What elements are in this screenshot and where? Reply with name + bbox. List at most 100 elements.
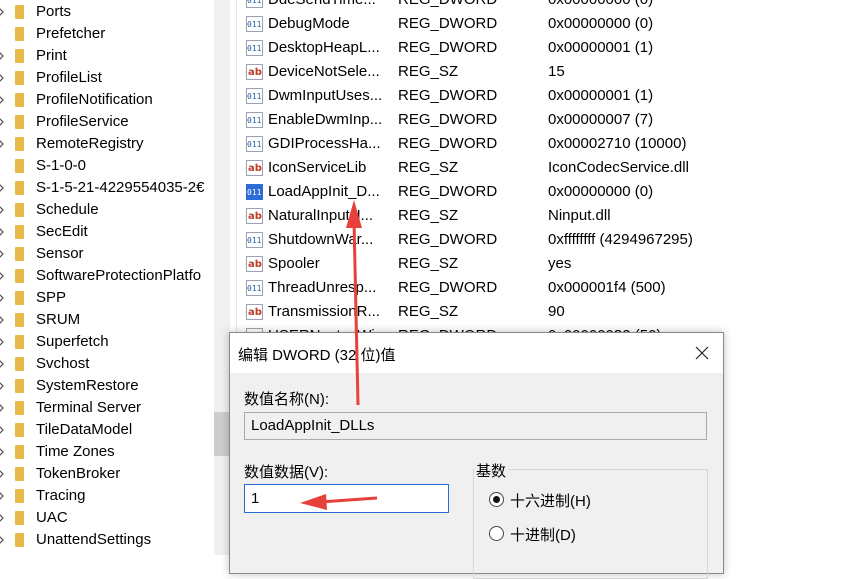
value-type: REG_SZ: [398, 159, 459, 176]
chevron-right-icon[interactable]: [0, 139, 4, 149]
dword-icon: [246, 109, 263, 133]
chevron-right-icon[interactable]: [0, 7, 4, 17]
value-data-label: 数值数据(V):: [244, 464, 329, 481]
value-name: Spooler: [268, 255, 320, 272]
folder-icon: [15, 159, 24, 173]
tree-item-label: SystemRestore: [36, 377, 139, 394]
tree-item-label: Prefetcher: [36, 25, 106, 42]
chevron-right-icon[interactable]: [0, 227, 4, 237]
value-name: DesktopHeapL...: [268, 39, 380, 56]
tree-item-label: Terminal Server: [36, 399, 142, 416]
value-row[interactable]: IconServiceLib REG_SZ IconCodecService.dll: [237, 156, 847, 181]
registry-key-tree: Ports Prefetcher Print ProfileList ProfileNo…: [0, 0, 214, 555]
value-data: IconCodecService.dll: [548, 159, 689, 176]
value-name: DeviceNotSele...: [268, 63, 380, 80]
decimal-radio[interactable]: [489, 526, 504, 541]
chevron-right-icon[interactable]: [0, 469, 4, 479]
value-row[interactable]: DebugMode REG_DWORD 0x00000000 (0): [237, 12, 847, 37]
hex-radio[interactable]: [489, 492, 504, 507]
folder-icon: [15, 489, 24, 503]
value-type: REG_DWORD: [398, 111, 498, 128]
tree-item-label: UAC: [36, 509, 68, 526]
value-type: REG_DWORD: [398, 39, 498, 56]
tree-item-label: S-1-0-0: [36, 157, 87, 174]
folder-icon: [15, 93, 24, 107]
value-name: EnableDwmInp...: [268, 111, 383, 128]
folder-icon: [15, 115, 24, 129]
dword-icon: [246, 229, 263, 253]
chevron-right-icon[interactable]: [0, 205, 4, 215]
chevron-right-icon[interactable]: [0, 337, 4, 347]
value-data-input[interactable]: [244, 484, 449, 513]
folder-icon: [15, 247, 24, 261]
value-name: IconServiceLib: [268, 159, 367, 176]
value-data: Ninput.dll: [548, 207, 611, 224]
base-groupbox: [473, 469, 708, 579]
value-type: REG_DWORD: [398, 135, 498, 152]
value-type: REG_DWORD: [398, 0, 497, 12]
tree-scrollbar-thumb[interactable]: [214, 412, 230, 456]
value-name-field: LoadAppInit_DLLs: [244, 412, 707, 440]
chevron-right-icon[interactable]: [0, 95, 4, 105]
chevron-right-icon[interactable]: [0, 403, 4, 413]
chevron-right-icon[interactable]: [0, 293, 4, 303]
tree-item-label: Ports: [36, 3, 72, 20]
decimal-radio-label[interactable]: 十进制(D): [510, 524, 576, 545]
chevron-right-icon[interactable]: [0, 425, 4, 435]
dword-icon: [246, 277, 263, 301]
value-row[interactable]: TransmissionR... REG_SZ 90: [237, 300, 847, 325]
value-data: 15: [548, 63, 565, 80]
chevron-right-icon[interactable]: [0, 117, 4, 127]
chevron-right-icon[interactable]: [0, 183, 4, 193]
tree-scrollbar[interactable]: [214, 0, 230, 555]
value-row[interactable]: EnableDwmInp... REG_DWORD 0x00000007 (7): [237, 108, 847, 133]
chevron-right-icon[interactable]: [0, 73, 4, 83]
folder-icon: [15, 511, 24, 525]
string-icon: [246, 205, 263, 229]
tree-item-label: SRUM: [36, 311, 81, 328]
close-icon: [695, 346, 709, 360]
chevron-right-icon[interactable]: [0, 535, 4, 545]
edit-dword-dialog: 编辑 DWORD (32 位)值 数值名称(N): LoadAppInit_DL…: [229, 332, 724, 579]
value-row[interactable]: DeviceNotSele... REG_SZ 15: [237, 60, 847, 85]
dword-icon: [246, 133, 263, 157]
folder-icon: [15, 181, 24, 195]
chevron-right-icon[interactable]: [0, 447, 4, 457]
chevron-right-icon[interactable]: [0, 491, 4, 501]
value-row[interactable]: ShutdownWar... REG_DWORD 0xffffffff (42949…: [237, 228, 847, 253]
tree-item-label: TileDataModel: [36, 421, 133, 438]
value-name: NaturalInputH...: [268, 207, 374, 224]
chevron-right-icon[interactable]: [0, 315, 4, 325]
value-row[interactable]: Spooler REG_SZ yes: [237, 252, 847, 277]
value-row[interactable]: DdeSendTime... REG_DWORD 0x00000000 (0): [237, 0, 847, 13]
chevron-right-icon[interactable]: [0, 513, 4, 523]
value-data: 0xffffffff (4294967295): [548, 231, 693, 248]
tree-item-label: RemoteRegistry: [36, 135, 144, 152]
close-button[interactable]: [688, 339, 716, 367]
chevron-right-icon[interactable]: [0, 249, 4, 259]
folder-icon: [15, 269, 24, 283]
dword-icon: [246, 85, 263, 109]
base-label: 基数: [474, 460, 509, 481]
chevron-right-icon[interactable]: [0, 271, 4, 281]
value-row[interactable]: DesktopHeapL... REG_DWORD 0x00000001 (1): [237, 36, 847, 61]
tree-item-label: UnattendSettings: [36, 531, 152, 548]
value-row[interactable]: NaturalInputH... REG_SZ Ninput.dll: [237, 204, 847, 229]
value-name-label: 数值名称(N):: [244, 391, 329, 408]
value-name: GDIProcessHa...: [268, 135, 381, 152]
tree-item-label: TokenBroker: [36, 465, 121, 482]
dword-icon: [246, 181, 263, 205]
chevron-right-icon[interactable]: [0, 359, 4, 369]
value-data: 0x00000001 (1): [548, 87, 654, 104]
chevron-right-icon[interactable]: [0, 381, 4, 391]
value-row[interactable]: GDIProcessHa... REG_DWORD 0x00002710 (1000…: [237, 132, 847, 157]
value-row[interactable]: ThreadUnresp... REG_DWORD 0x000001f4 (500): [237, 276, 847, 301]
chevron-right-icon[interactable]: [0, 51, 4, 61]
dword-icon: [246, 0, 263, 13]
value-row[interactable]: LoadAppInit_D... REG_DWORD 0x00000000 (0): [237, 180, 847, 205]
folder-icon: [15, 401, 24, 415]
hex-radio-label[interactable]: 十六进制(H): [510, 490, 591, 511]
tree-item-label: SoftwareProtectionPlatfo: [36, 267, 202, 284]
tree-item-label: Time Zones: [36, 443, 115, 460]
value-row[interactable]: DwmInputUses... REG_DWORD 0x00000001 (1): [237, 84, 847, 109]
